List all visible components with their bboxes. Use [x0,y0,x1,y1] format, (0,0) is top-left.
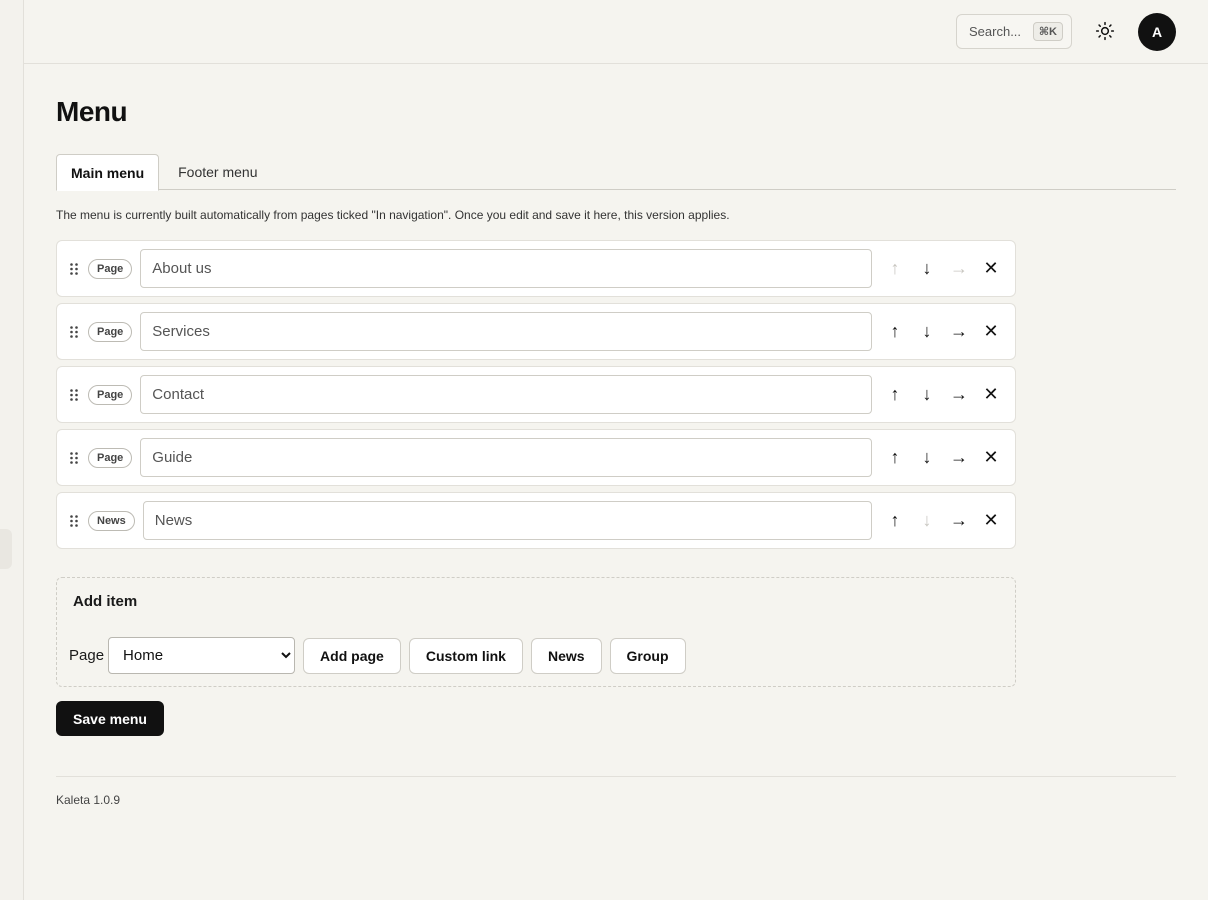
search-button[interactable]: Search... ⌘K [956,14,1072,49]
item-type-badge: Page [88,447,133,468]
drag-handle-icon [70,451,78,464]
move-down-button[interactable]: ↓ [911,379,943,411]
item-type-badge: Page [88,321,133,342]
item-type-badge: Page [88,384,133,405]
item-label-input[interactable] [140,312,872,351]
menu-item-row: Page ↑ ↓ → ✕ [56,366,1016,423]
drag-handle-icon [70,325,78,338]
add-item-title: Add item [73,593,138,610]
row-actions: ↑ ↓ → ✕ [879,505,1007,537]
theme-toggle-button[interactable] [1094,20,1116,42]
item-label-input[interactable] [140,249,872,288]
add-news-button[interactable]: News [530,637,602,674]
save-menu-button[interactable]: Save menu [56,701,164,736]
row-actions: ↑ ↓ → ✕ [879,442,1007,474]
indent-button[interactable]: → [943,379,975,411]
search-shortcut: ⌘K [1032,22,1063,41]
row-actions: ↑ ↓ → ✕ [879,379,1007,411]
drag-handle[interactable] [67,450,81,466]
item-label-input[interactable] [140,438,872,477]
item-type-badge: News [88,510,135,531]
remove-item-button[interactable]: ✕ [975,379,1007,411]
remove-item-button[interactable]: ✕ [975,442,1007,474]
drag-handle[interactable] [67,387,81,403]
page-title: Menu [56,96,128,127]
item-label-input[interactable] [140,375,872,414]
move-up-button[interactable]: ↑ [879,442,911,474]
move-down-button[interactable]: ↓ [911,442,943,474]
add-page-button[interactable]: Add page [303,637,401,674]
drag-handle-icon [70,388,78,401]
help-text: The menu is currently built automaticall… [56,208,730,222]
menu-tabs: Main menu Footer menu [56,154,1176,191]
sun-icon [1095,21,1115,41]
page-select[interactable]: Home [108,637,296,674]
drag-handle[interactable] [67,261,81,277]
sidebar [0,0,24,900]
sidebar-toggle[interactable] [0,529,12,569]
menu-item-row: Page ↑ ↓ → ✕ [56,303,1016,360]
item-label-input[interactable] [142,501,872,540]
move-up-button[interactable]: ↑ [879,253,911,285]
indent-button[interactable]: → [943,253,975,285]
indent-button[interactable]: → [943,316,975,348]
drag-handle-icon [70,262,78,275]
remove-item-button[interactable]: ✕ [975,316,1007,348]
menu-item-row: Page ↑ ↓ → ✕ [56,429,1016,486]
add-group-button[interactable]: Group [609,637,686,674]
add-item-panel: Add item Page Home Add page Custom link … [56,577,1016,687]
drag-handle-icon [70,514,78,527]
tab-footer-menu[interactable]: Footer menu [164,154,271,190]
move-down-button[interactable]: ↓ [911,316,943,348]
menu-item-list: Page ↑ ↓ → ✕ Page ↑ ↓ → ✕ [56,240,1016,555]
footer-divider [56,776,1176,777]
remove-item-button[interactable]: ✕ [975,253,1007,285]
avatar[interactable]: A [1138,13,1176,51]
search-placeholder: Search... [969,24,1022,39]
tab-main-menu[interactable]: Main menu [56,154,160,191]
indent-button[interactable]: → [943,442,975,474]
move-up-button[interactable]: ↑ [879,316,911,348]
indent-button[interactable]: → [943,505,975,537]
move-up-button[interactable]: ↑ [879,505,911,537]
menu-item-row: News ↑ ↓ → ✕ [56,492,1016,549]
remove-item-button[interactable]: ✕ [975,505,1007,537]
top-bar: Search... ⌘K A [24,0,1208,64]
move-down-button[interactable]: ↓ [911,505,943,537]
version-text: Kaleta 1.0.9 [56,793,121,807]
item-type-badge: Page [88,258,133,279]
custom-link-button[interactable]: Custom link [408,637,523,674]
row-actions: ↑ ↓ → ✕ [879,253,1007,285]
add-item-controls: Page Home Add page Custom link News Grou… [69,637,694,674]
page-select-label: Page [69,647,105,664]
menu-item-row: Page ↑ ↓ → ✕ [56,240,1016,297]
move-up-button[interactable]: ↑ [879,379,911,411]
row-actions: ↑ ↓ → ✕ [879,316,1007,348]
drag-handle[interactable] [67,513,81,529]
drag-handle[interactable] [67,324,81,340]
move-down-button[interactable]: ↓ [911,253,943,285]
